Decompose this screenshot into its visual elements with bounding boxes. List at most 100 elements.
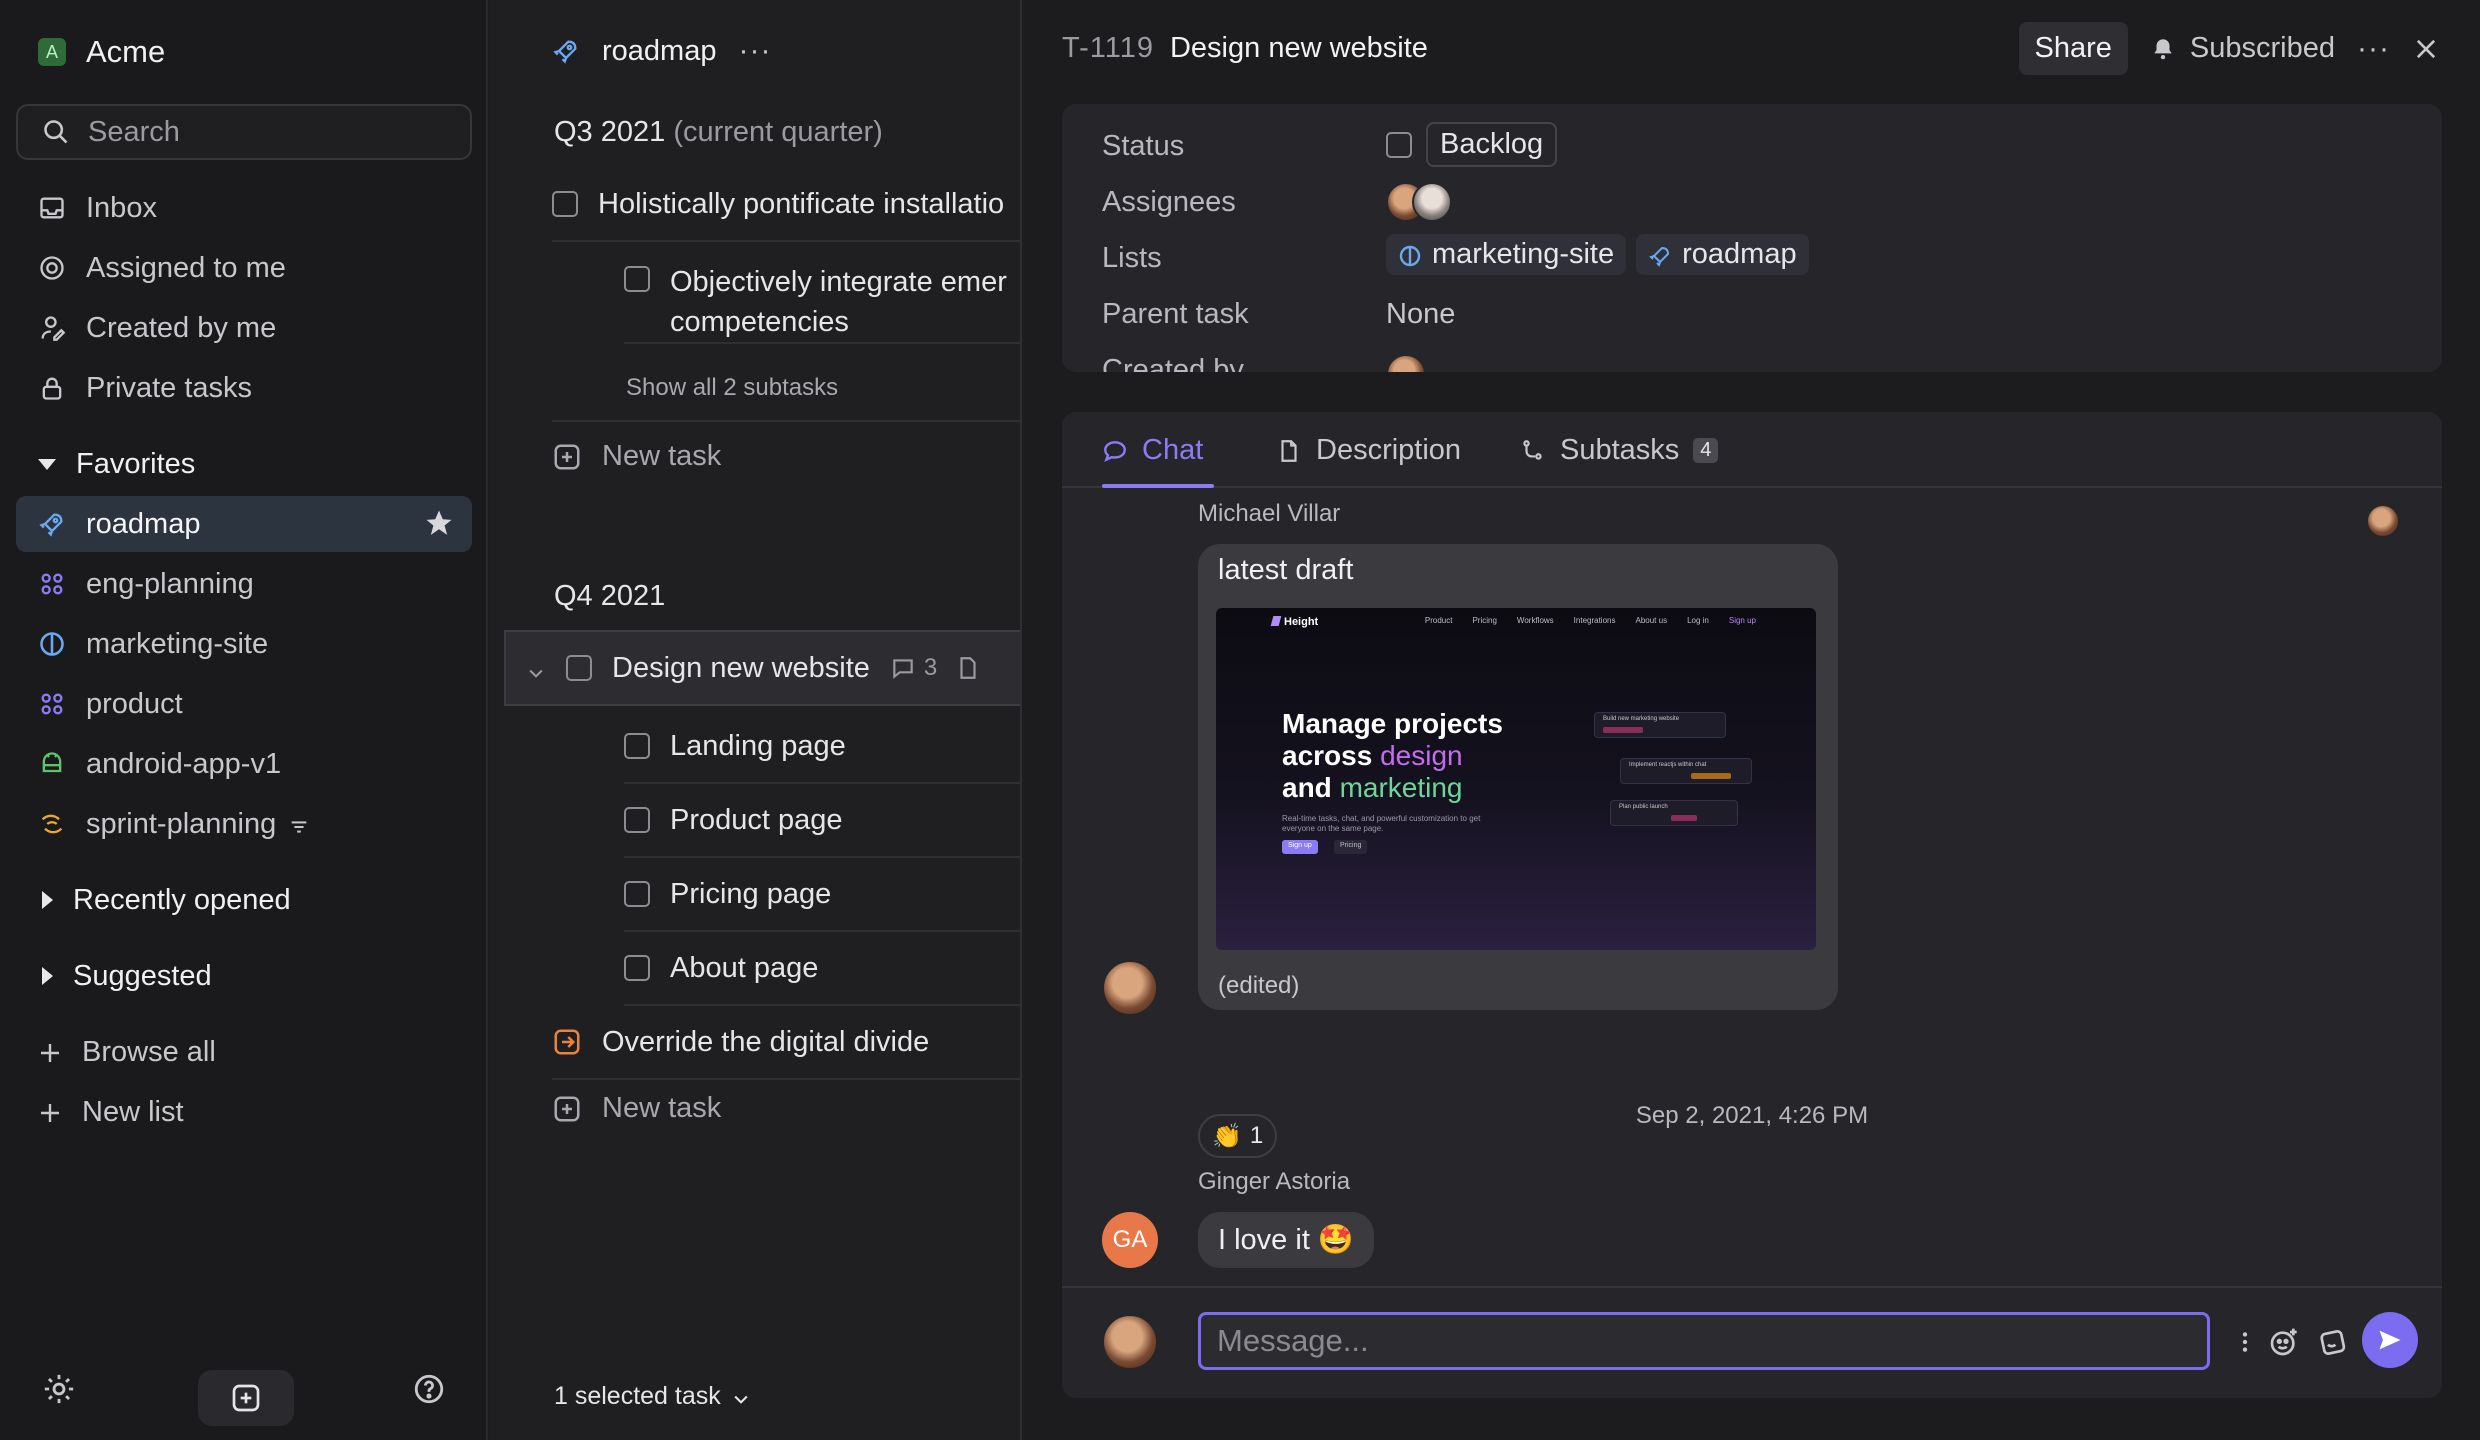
list-chip-marketing-site[interactable]: marketing-site [1386, 234, 1627, 275]
preview-nav-item: About us [1635, 616, 1668, 625]
workspace-switcher[interactable]: A Acme [38, 32, 165, 72]
new-task-button[interactable] [198, 1370, 294, 1426]
status-checkbox[interactable] [1386, 131, 1412, 158]
preview-headline-accent: marketing [1339, 772, 1463, 803]
subtask-row[interactable]: Landing page [624, 710, 1020, 784]
preview-card-text: Plan public launch [1619, 804, 1668, 810]
avatar [1102, 1314, 1158, 1370]
task-checkbox[interactable] [624, 807, 650, 833]
subscribe-button[interactable]: Subscribed [2150, 32, 2335, 65]
task-header: T-1119 Design new website [1062, 32, 1428, 65]
parent-task-value[interactable]: None [1386, 298, 1455, 331]
preview-tag [1691, 773, 1731, 779]
inbox-icon [38, 194, 66, 222]
subtask-row[interactable]: Objectively integrate emer competencies [624, 248, 1020, 344]
task-checkbox[interactable] [624, 881, 650, 907]
subtask-row[interactable]: Product page [624, 784, 1020, 858]
favorite-android-app-v1[interactable]: android-app-v1 [16, 736, 472, 792]
preview-nav-item: Log in [1687, 616, 1709, 625]
divider [1062, 1286, 2442, 1288]
section-label: Suggested [73, 959, 212, 992]
task-title[interactable]: Design new website [1170, 32, 1428, 65]
message-bubble[interactable]: I love it 🤩 [1198, 1212, 1375, 1268]
favorite-product[interactable]: product [16, 676, 472, 732]
emoji-add-icon[interactable] [2268, 1326, 2300, 1358]
recently-opened-header[interactable]: Recently opened [38, 878, 291, 922]
preview-nav-item: Sign up [1728, 616, 1756, 625]
task-checkbox[interactable] [624, 733, 650, 759]
close-icon[interactable] [2412, 35, 2440, 63]
show-all-subtasks-link[interactable]: Show all 2 subtasks [626, 374, 838, 402]
send-button[interactable] [2362, 1312, 2418, 1368]
image-attachment[interactable]: Height Product Pricing Workflows Integra… [1216, 608, 1816, 950]
favorite-label: marketing-site [86, 627, 269, 660]
favorite-sprint-planning[interactable]: sprint-planning [16, 796, 472, 852]
preview-primary-button: Sign up [1282, 840, 1318, 854]
task-row[interactable]: Holistically pontificate installatio [552, 168, 1020, 242]
subtask-row[interactable]: Pricing page [624, 858, 1020, 932]
favorites-header[interactable]: Favorites [38, 442, 195, 486]
lists-field[interactable]: marketing-site roadmap [1386, 234, 1809, 275]
favorite-label: product [86, 687, 183, 720]
task-row-selected[interactable]: Design new website 3 [504, 630, 1020, 706]
task-checkbox[interactable] [566, 655, 592, 681]
send-icon [2376, 1326, 2404, 1354]
browse-all-button[interactable]: Browse all [38, 1030, 216, 1074]
task-id: T-1119 [1062, 32, 1154, 64]
more-icon[interactable]: ··· [2357, 32, 2390, 66]
more-icon[interactable]: ··· [738, 34, 771, 68]
search-input[interactable]: Search [16, 104, 472, 160]
sticker-icon[interactable] [2316, 1326, 2348, 1358]
task-checkbox[interactable] [552, 191, 578, 217]
help-icon[interactable] [412, 1372, 446, 1406]
tab-description[interactable]: Description [1276, 434, 1461, 467]
new-task-button[interactable]: New task [552, 1092, 721, 1125]
star-icon[interactable] [424, 508, 454, 546]
task-checkbox[interactable] [624, 266, 650, 292]
preview-card-text: Implement reactjs within chat [1629, 762, 1707, 768]
rocket-icon [38, 510, 66, 538]
search-icon [42, 118, 70, 146]
subtask-row[interactable]: About page [624, 932, 1020, 1006]
status-field[interactable]: Backlog [1386, 122, 1558, 167]
nav-private-tasks[interactable]: Private tasks [16, 360, 472, 416]
suggested-header[interactable]: Suggested [38, 954, 212, 998]
message-text: latest draft [1218, 554, 1354, 586]
tab-chat[interactable]: Chat [1102, 434, 1203, 467]
chevron-down-icon[interactable] [526, 658, 546, 678]
new-task-button[interactable]: New task [552, 440, 721, 473]
new-list-label: New list [82, 1095, 184, 1128]
favorite-eng-planning[interactable]: eng-planning [16, 556, 472, 612]
plus-square-icon [552, 442, 582, 472]
avatar [1102, 960, 1158, 1016]
comment-count: 3 [923, 654, 938, 681]
tab-subtasks[interactable]: Subtasks 4 [1520, 434, 1719, 467]
assignees-field[interactable] [1386, 182, 1452, 222]
task-checkbox[interactable] [624, 955, 650, 981]
preview-nav-item: Integrations [1573, 616, 1616, 625]
message-input[interactable] [1198, 1312, 2210, 1370]
task-properties: Status Backlog Assignees Lists marketing… [1062, 104, 2442, 372]
message-bubble[interactable]: latest draft Height Product Pricing Work… [1198, 544, 1838, 1010]
task-title: Override the digital divide [602, 1025, 930, 1058]
more-vertical-icon[interactable] [2232, 1324, 2258, 1360]
list-title: roadmap [602, 34, 717, 67]
nav-created-by-me[interactable]: Created by me [16, 300, 472, 356]
nav-inbox[interactable]: Inbox [16, 180, 472, 236]
workspace-badge: A [38, 38, 66, 66]
workspace-name: Acme [86, 34, 166, 69]
new-list-button[interactable]: New list [38, 1090, 184, 1134]
active-tab-indicator [1102, 484, 1214, 488]
gear-icon[interactable] [42, 1372, 76, 1406]
chevron-right-icon [42, 891, 53, 909]
preview-headline-text: across [1282, 740, 1381, 771]
nav-label: Inbox [86, 191, 157, 224]
nav-assigned-to-me[interactable]: Assigned to me [16, 240, 472, 296]
edited-label: (edited) [1218, 972, 1300, 999]
share-button[interactable]: Share [2018, 22, 2128, 75]
task-row[interactable]: Override the digital divide [552, 1006, 1020, 1080]
favorite-marketing-site[interactable]: marketing-site [16, 616, 472, 672]
list-chip-roadmap[interactable]: roadmap [1636, 234, 1809, 275]
favorite-roadmap[interactable]: roadmap [16, 496, 472, 552]
selected-count-dropdown[interactable]: 1 selected task [554, 1382, 751, 1411]
